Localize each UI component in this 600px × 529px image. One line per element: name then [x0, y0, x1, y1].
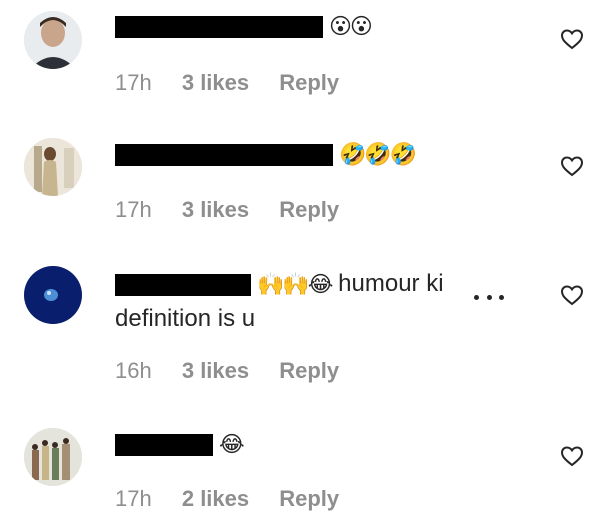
comment-time: 17h [115, 197, 152, 222]
comment-time: 17h [115, 70, 152, 95]
avatar-photo-icon [24, 138, 82, 196]
heart-outline-icon [560, 446, 584, 467]
avatar-photo-icon [24, 11, 82, 69]
comment-meta: 17h 2 likes Reply [115, 486, 363, 512]
comment-body: 😮😮 [115, 9, 485, 44]
avatar[interactable] [24, 138, 82, 196]
comment-meta: 17h 3 likes Reply [115, 70, 363, 96]
reply-button[interactable]: Reply [279, 486, 339, 511]
comment-emoji: 🤣🤣🤣 [339, 141, 417, 167]
likes-count[interactable]: 3 likes [182, 70, 249, 95]
comment-text: humour ki [338, 270, 444, 297]
comment-meta: 17h 3 likes Reply [115, 197, 363, 223]
comment-meta: 16h 3 likes Reply [115, 358, 363, 384]
avatar-photo-icon [24, 266, 82, 324]
likes-count[interactable]: 3 likes [182, 358, 249, 383]
redacted-username [115, 143, 333, 166]
comment-time: 16h [115, 358, 152, 383]
comment-emoji: 😂 [219, 431, 245, 457]
reply-button[interactable]: Reply [279, 197, 339, 222]
heart-outline-icon [560, 29, 584, 50]
likes-count[interactable]: 2 likes [182, 486, 249, 511]
comment-emoji: 🙌🙌😂 [257, 271, 333, 297]
comment-text: definition is u [115, 304, 256, 332]
reply-button[interactable]: Reply [279, 358, 339, 383]
more-dots-icon [474, 294, 479, 300]
like-button[interactable] [560, 27, 584, 51]
like-button[interactable] [560, 444, 584, 468]
redacted-username [115, 15, 323, 38]
heart-outline-icon [560, 285, 584, 306]
like-button[interactable] [560, 154, 584, 178]
more-options-button[interactable] [474, 290, 504, 304]
avatar[interactable] [24, 428, 82, 486]
avatar[interactable] [24, 266, 82, 324]
avatar-photo-icon [24, 428, 82, 486]
redacted-username [115, 273, 251, 296]
likes-count[interactable]: 3 likes [182, 197, 249, 222]
comment-emoji: 😮😮 [329, 13, 373, 39]
like-button[interactable] [560, 283, 584, 307]
comment-body: 😂 [115, 427, 485, 462]
redacted-username [115, 433, 213, 456]
comment-body: 🙌🙌😂 humour ki definition is u [115, 267, 485, 336]
comment-body: 🤣🤣🤣 [115, 137, 485, 172]
avatar[interactable] [24, 11, 82, 69]
heart-outline-icon [560, 156, 584, 177]
reply-button[interactable]: Reply [279, 70, 339, 95]
comment-time: 17h [115, 486, 152, 511]
